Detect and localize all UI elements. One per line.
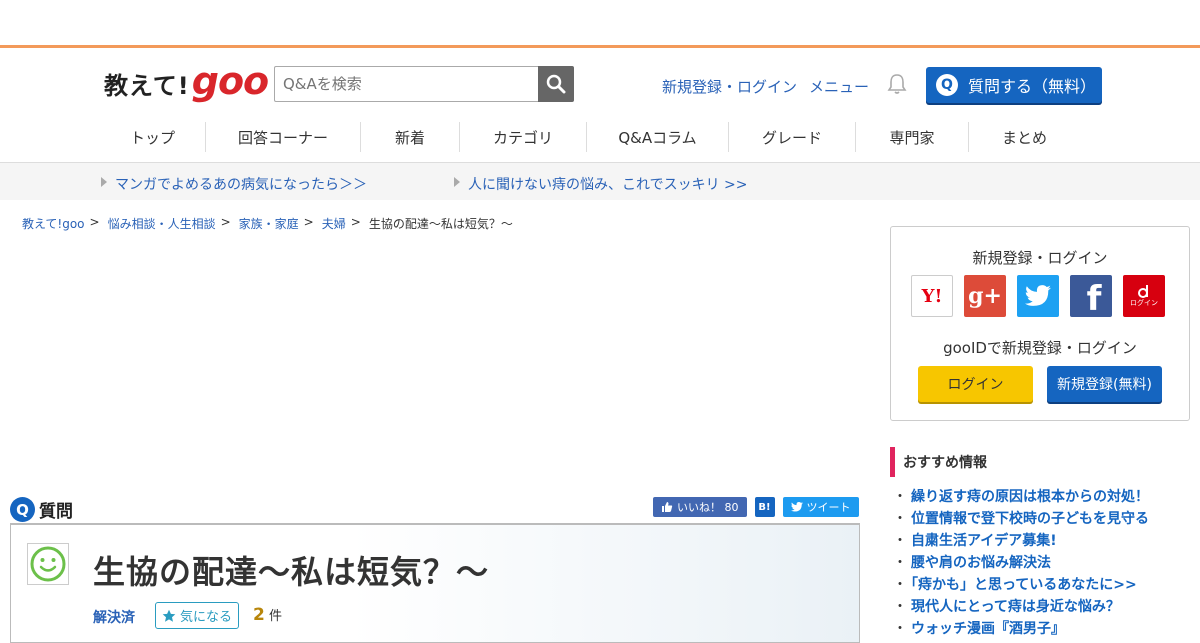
docomo-login-button[interactable]: ログイン: [1123, 275, 1165, 317]
ask-question-button[interactable]: Q 質問する（無料）: [926, 67, 1102, 103]
nav-item-grade[interactable]: グレード: [729, 122, 856, 152]
recommend-link[interactable]: 「痔かも」と思っているあなたに>>: [911, 577, 1137, 593]
site-logo[interactable]: 教えて! goo: [104, 59, 269, 103]
list-item[interactable]: ・「痔かも」と思っているあなたに>>: [893, 574, 1149, 596]
tweet-label: ツイート: [806, 501, 851, 514]
recommend-link[interactable]: 位置情報で登下校時の子どもを見守る: [911, 511, 1149, 527]
nav-item-new[interactable]: 新着: [361, 122, 460, 152]
recommend-link[interactable]: 腰や肩のお悩み解決法: [911, 555, 1051, 571]
google-plus-login-button[interactable]: g+: [964, 275, 1006, 317]
google-plus-icon: g+: [968, 283, 1002, 309]
status-badge: 解決済: [93, 610, 135, 626]
login-button[interactable]: ログイン: [918, 366, 1033, 402]
breadcrumb-link-home[interactable]: 教えて!goo: [22, 215, 85, 232]
recommend-link[interactable]: 繰り返す痔の原因は根本からの対処！: [911, 489, 1149, 505]
facebook-icon: f: [1086, 279, 1102, 317]
question-box: 生協の配達～私は短気？～ 解決済 気になる 2 件: [10, 523, 860, 643]
breadcrumb-link-couple[interactable]: 夫婦: [322, 215, 346, 232]
breadcrumb-link-family[interactable]: 家族・家庭: [239, 215, 299, 232]
docomo-login-label: ログイン: [1130, 299, 1158, 307]
favorite-button[interactable]: 気になる: [155, 602, 240, 629]
breadcrumb: 教えて!goo > 悩み相談・人生相談 > 家族・家庭 > 夫婦 > 生協の配達～私は短…: [22, 215, 513, 232]
favorite-count-unit: 件: [268, 609, 282, 624]
search-form: [274, 66, 574, 102]
search-input[interactable]: [274, 66, 538, 102]
register-button[interactable]: 新規登録(無料): [1047, 366, 1162, 402]
list-item[interactable]: ・腰や肩のお悩み解決法: [893, 552, 1149, 574]
question-heading-label: 質問: [39, 502, 73, 522]
thumbs-up-icon: [662, 502, 673, 512]
breadcrumb-separator: >: [303, 215, 314, 229]
breadcrumb-separator: >: [89, 215, 100, 229]
breadcrumb-separator: >: [220, 215, 231, 229]
yahoo-login-button[interactable]: Y!: [911, 275, 953, 317]
bell-icon: [887, 74, 907, 94]
like-label: いいね！ 80: [677, 501, 739, 514]
recommend-link[interactable]: 自粛生活アイデア募集!: [911, 533, 1057, 549]
hatena-bookmark-button[interactable]: B!: [754, 497, 775, 517]
header: 教えて! goo 新規登録・ログイン メニュー Q 質問する（無料）: [0, 51, 1200, 117]
nav-item-expert[interactable]: 専門家: [856, 122, 969, 152]
favorite-label: 気になる: [180, 610, 233, 625]
docomo-d-icon: [1138, 285, 1148, 298]
promo-link-manga[interactable]: マンガでよめるあの病気になったら＞＞: [101, 174, 367, 194]
recommend-link[interactable]: 現代人にとって痔は身近な悩み？: [911, 599, 1120, 615]
list-item[interactable]: ・位置情報で登下校時の子どもを見守る: [893, 508, 1149, 530]
facebook-login-button[interactable]: f: [1070, 275, 1112, 317]
breadcrumb-current: 生協の配達～私は短気？～: [368, 217, 513, 231]
recommend-link[interactable]: ウォッチ漫画『酒男子』: [911, 621, 1065, 637]
question-heading: Q 質問: [10, 497, 73, 522]
sns-login-row: Y! g+ f ログイン: [911, 275, 1165, 317]
tweet-button[interactable]: ツイート: [782, 497, 859, 517]
social-share-buttons: いいね！ 80 B! ツイート: [653, 497, 859, 517]
register-login-link[interactable]: 新規登録・ログイン: [662, 76, 797, 97]
top-ad-bar: [0, 0, 1200, 48]
twitter-icon: [1025, 285, 1051, 306]
nav-item-matome[interactable]: まとめ: [969, 122, 1080, 152]
star-icon: [162, 609, 176, 622]
list-item[interactable]: ・繰り返す痔の原因は根本からの対処！: [893, 486, 1149, 508]
breadcrumb-link-consultation[interactable]: 悩み相談・人生相談: [108, 215, 216, 232]
avatar[interactable]: [27, 543, 69, 585]
question-q-icon: Q: [10, 497, 35, 522]
login-box-title: 新規登録・ログイン: [972, 249, 1108, 267]
login-box: 新規登録・ログイン Y! g+ f ログイン gooIDで新規登録・ログイン ロ…: [890, 226, 1190, 421]
favorite-count: 2 件: [253, 605, 282, 625]
nav-item-answer-corner[interactable]: 回答コーナー: [206, 122, 361, 152]
menu-link[interactable]: メニュー: [809, 76, 869, 97]
twitter-login-button[interactable]: [1017, 275, 1059, 317]
breadcrumb-separator: >: [350, 215, 361, 229]
gooid-text: gooIDで新規登録・ログイン: [943, 339, 1137, 357]
logo-goo: goo: [191, 59, 269, 103]
search-button[interactable]: [538, 66, 574, 102]
question-title: 生協の配達～私は短気？～: [93, 553, 490, 591]
search-icon: [546, 74, 566, 94]
promo-bar: マンガでよめるあの病気になったら＞＞ 人に聞けない痔の悩み、これでスッキリ >>: [0, 162, 1200, 200]
twitter-bird-icon: [790, 502, 803, 512]
notification-bell[interactable]: [887, 73, 907, 99]
nav-item-top[interactable]: トップ: [100, 122, 206, 152]
favorite-count-value: 2: [253, 605, 265, 625]
nav-item-category[interactable]: カテゴリ: [460, 122, 587, 152]
logo-text: 教えて!: [104, 72, 190, 100]
smiley-face-icon: [30, 546, 66, 582]
ask-question-label: 質問する（無料）: [968, 77, 1097, 96]
q-icon: Q: [936, 74, 958, 96]
list-item[interactable]: ・自粛生活アイデア募集!: [893, 530, 1149, 552]
nav-item-column[interactable]: Q&Aコラム: [587, 122, 729, 152]
yahoo-icon: Y!: [921, 285, 943, 307]
list-item[interactable]: ・現代人にとって痔は身近な悩み？: [893, 596, 1149, 618]
list-item[interactable]: ・ウォッチ漫画『酒男子』: [893, 618, 1149, 640]
facebook-like-button[interactable]: いいね！ 80: [653, 497, 747, 517]
global-nav: トップ 回答コーナー 新着 カテゴリ Q&Aコラム グレード 専門家 まとめ: [100, 117, 1100, 162]
recommend-list: ・繰り返す痔の原因は根本からの対処！ ・位置情報で登下校時の子どもを見守る ・自…: [893, 486, 1149, 640]
promo-link-hemorrhoids[interactable]: 人に聞けない痔の悩み、これでスッキリ >>: [454, 174, 748, 194]
recommend-heading: おすすめ情報: [890, 447, 987, 477]
